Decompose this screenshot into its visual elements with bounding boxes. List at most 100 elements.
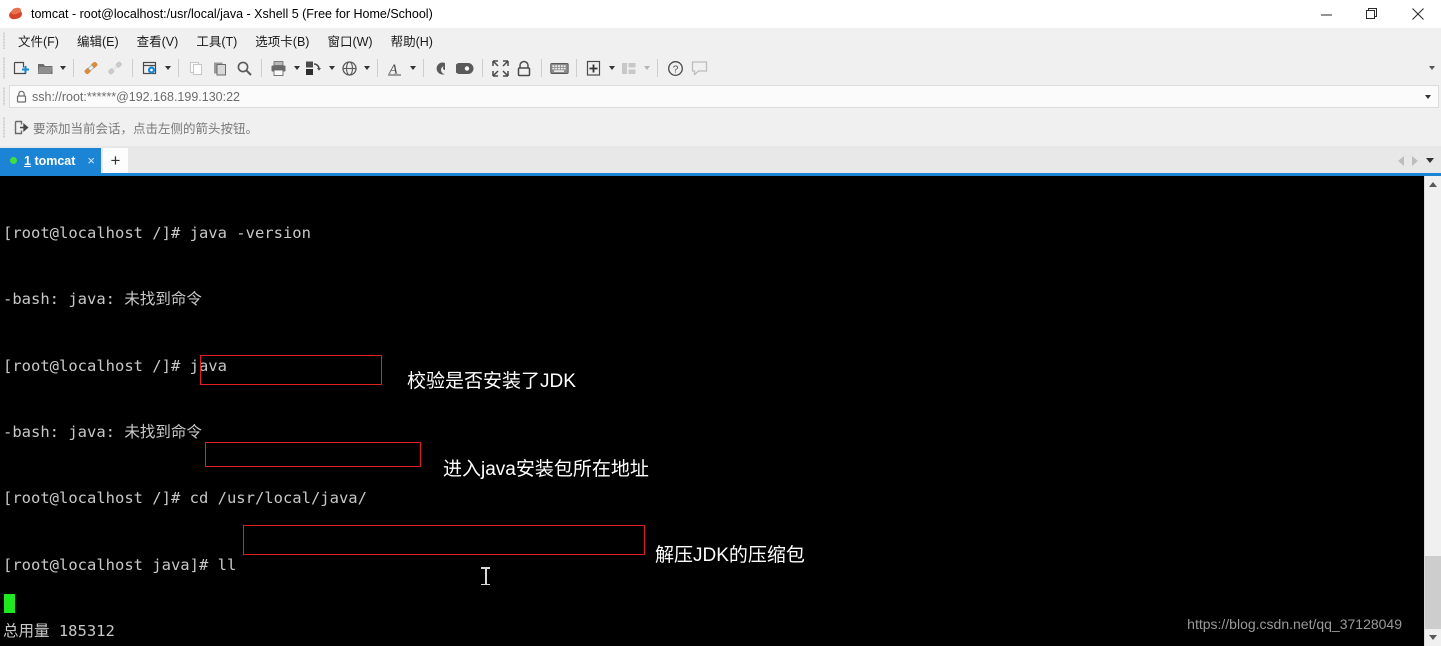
notice-text: 要添加当前会话，点击左侧的箭头按钮。	[33, 122, 259, 136]
open-folder-dropdown-icon[interactable]	[57, 56, 68, 80]
fullscreen-icon[interactable]	[488, 56, 512, 80]
tab-tomcat[interactable]: 1 tomcat ×	[0, 148, 102, 173]
menu-edit[interactable]: 编辑(E)	[68, 28, 128, 53]
keyboard-icon[interactable]	[547, 56, 571, 80]
toolbar-separator	[657, 59, 658, 77]
menu-view[interactable]: 查看(V)	[128, 28, 188, 53]
menu-window[interactable]: 窗口(W)	[318, 28, 381, 53]
highlight-box-java-version	[200, 355, 382, 385]
toolbar: A ?	[0, 53, 1441, 83]
terminal-line: [root@localhost /]# java -version	[3, 224, 311, 243]
help-icon[interactable]: ?	[663, 56, 687, 80]
tab-status-indicator-icon	[10, 157, 17, 164]
copy-icon[interactable]	[184, 56, 208, 80]
session-properties-dropdown-icon[interactable]	[162, 56, 173, 80]
print-icon[interactable]	[267, 56, 291, 80]
session-properties-icon[interactable]	[138, 56, 162, 80]
annotation-verify-jdk: 校验是否安装了JDK	[407, 371, 576, 392]
lock-icon	[10, 90, 32, 103]
toolbar-separator	[576, 59, 577, 77]
chevron-down-icon[interactable]	[1418, 85, 1438, 108]
toolbar-grip-handle[interactable]	[0, 53, 9, 83]
globe-icon[interactable]	[337, 56, 361, 80]
toolbar-overflow	[1426, 56, 1441, 80]
chat-icon[interactable]	[687, 56, 711, 80]
globe-dropdown-icon[interactable]	[361, 56, 372, 80]
highlight-box-tar-extract	[243, 525, 645, 555]
terminal-line: [root@localhost /]# cd /usr/local/java/	[3, 489, 367, 508]
terminal-line: 总用量 185312	[3, 621, 115, 640]
tab-label: 1 tomcat	[24, 153, 76, 168]
svg-text:?: ?	[672, 64, 678, 75]
find-icon[interactable]	[232, 56, 256, 80]
watermark: https://blog.csdn.net/qq_37128049	[1187, 616, 1402, 632]
address-input[interactable]: ssh://root:******@192.168.199.130:22	[9, 85, 1439, 108]
transfer-file-dropdown-icon[interactable]	[326, 56, 337, 80]
highlight-box-cd-java	[205, 442, 421, 467]
title-bar: tomcat - root@localhost:/usr/local/java …	[0, 0, 1441, 28]
transfer-file-icon[interactable]	[302, 56, 326, 80]
menu-help[interactable]: 帮助(H)	[382, 28, 442, 53]
add-session-arrow-icon[interactable]	[9, 120, 33, 135]
xshell-icon	[8, 6, 24, 22]
ssh-tunnel-icon[interactable]	[429, 56, 453, 80]
terminal-lines: [root@localhost /]# java -version -bash:…	[3, 178, 681, 646]
toolbar-separator	[178, 59, 179, 77]
scrollbar-thumb[interactable]	[1425, 556, 1441, 639]
annotation-extract-jdk: 解压JDK的压缩包	[655, 545, 805, 566]
toolbar-separator	[541, 59, 542, 77]
new-tab-button[interactable]: +	[103, 148, 129, 173]
new-session-icon[interactable]	[9, 56, 33, 80]
terminal-line: [root@localhost java]# ll	[3, 555, 237, 574]
scrollbar-down-chevron-down-icon[interactable]	[1425, 629, 1441, 646]
address-bar: ssh://root:******@192.168.199.130:22	[0, 83, 1441, 110]
open-folder-icon[interactable]	[33, 56, 57, 80]
layout-icon[interactable]	[617, 56, 641, 80]
terminal-block-cursor	[4, 594, 15, 613]
xshell-window: tomcat - root@localhost:/usr/local/java …	[0, 0, 1441, 646]
address-bar-grip-handle[interactable]	[0, 83, 9, 110]
minimize-button[interactable]	[1303, 0, 1349, 28]
toolbar-separator	[482, 59, 483, 77]
toolbar-overflow-icon[interactable]	[1426, 56, 1437, 80]
lock-icon[interactable]	[512, 56, 536, 80]
tab-close-icon[interactable]: ×	[87, 154, 95, 167]
terminal-line: -bash: java: 未找到命令	[3, 290, 202, 309]
notice-bar: 要添加当前会话，点击左侧的箭头按钮。	[0, 113, 1441, 142]
font-dropdown-icon[interactable]	[407, 56, 418, 80]
window-controls	[1303, 0, 1441, 28]
toolbar-separator	[132, 59, 133, 77]
menu-tools[interactable]: 工具(T)	[187, 28, 246, 53]
disconnect-icon[interactable]	[103, 56, 127, 80]
close-button[interactable]	[1395, 0, 1441, 28]
toolbar-separator	[377, 59, 378, 77]
chevron-right-icon[interactable]	[1408, 148, 1422, 173]
tab-list-chevron-down-icon[interactable]	[1422, 148, 1437, 173]
add-split-icon[interactable]	[582, 56, 606, 80]
layout-dropdown-icon[interactable]	[641, 56, 652, 80]
menu-tabs[interactable]: 选项卡(B)	[246, 28, 318, 53]
print-dropdown-icon[interactable]	[291, 56, 302, 80]
ssh-key-icon[interactable]	[453, 56, 477, 80]
scrollbar-up-chevron-up-icon[interactable]	[1425, 176, 1441, 193]
toolbar-separator	[423, 59, 424, 77]
notice-bar-grip-handle[interactable]	[0, 113, 9, 142]
menu-file[interactable]: 文件(F)	[9, 28, 68, 53]
menu-bar: 文件(F) 编辑(E) 查看(V) 工具(T) 选项卡(B) 窗口(W) 帮助(…	[0, 28, 1441, 53]
font-icon[interactable]: A	[383, 56, 407, 80]
paste-icon[interactable]	[208, 56, 232, 80]
annotation-enter-dir: 进入java安装包所在地址	[443, 459, 649, 480]
window-title: tomcat - root@localhost:/usr/local/java …	[31, 7, 433, 21]
toolbar-separator	[73, 59, 74, 77]
menu-grip-handle[interactable]	[0, 28, 9, 53]
maximize-restore-button[interactable]	[1349, 0, 1395, 28]
add-split-dropdown-icon[interactable]	[606, 56, 617, 80]
connect-icon[interactable]	[79, 56, 103, 80]
text-ibeam-cursor-icon	[481, 567, 490, 585]
tab-bar-controls	[1394, 148, 1441, 173]
chevron-left-icon[interactable]	[1394, 148, 1408, 173]
tab-bar: 1 tomcat × +	[0, 146, 1441, 173]
terminal-output[interactable]: [root@localhost /]# java -version -bash:…	[0, 176, 1424, 646]
terminal-scrollbar[interactable]	[1424, 176, 1441, 646]
toolbar-separator	[261, 59, 262, 77]
